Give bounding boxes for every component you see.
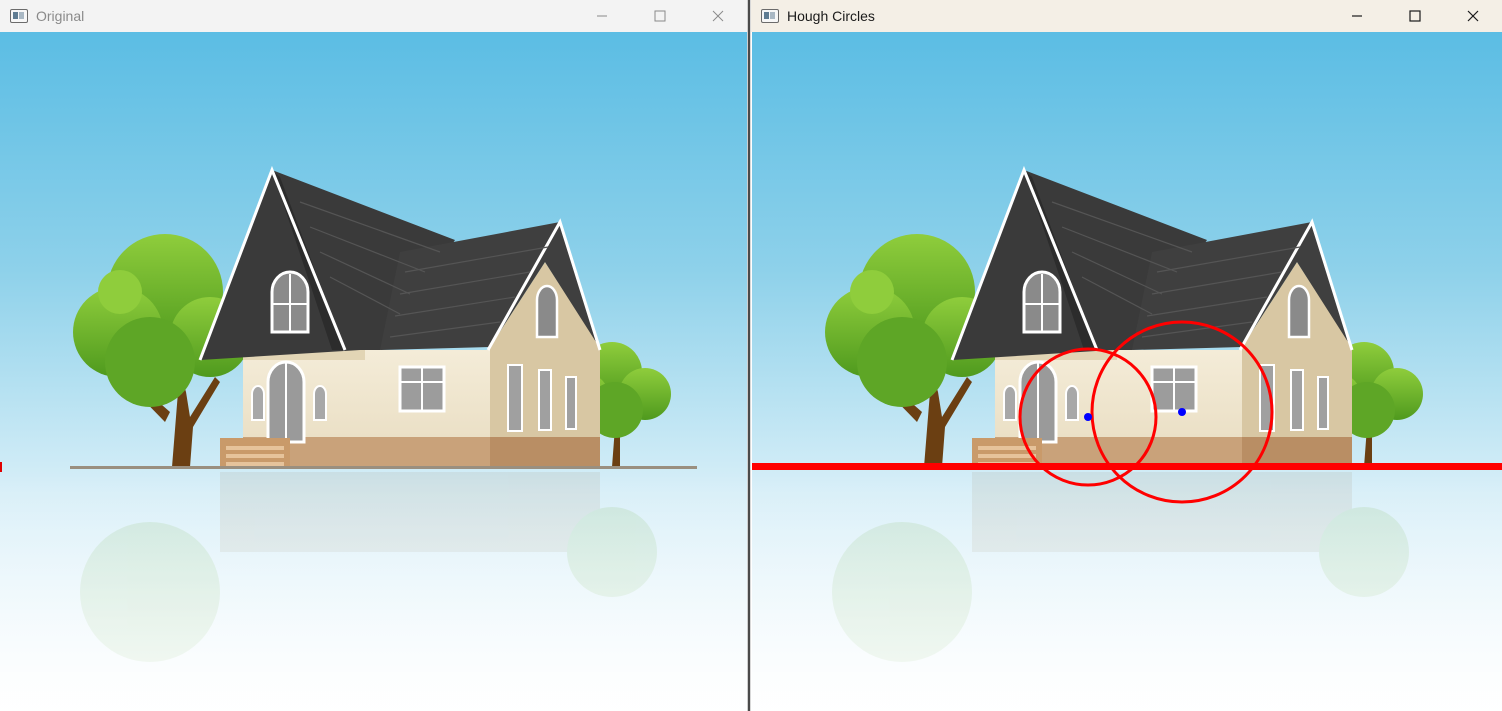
- original-window: Original: [0, 0, 748, 711]
- circle-center: [1084, 413, 1092, 421]
- close-button[interactable]: [1444, 0, 1502, 32]
- circle-center: [1178, 408, 1186, 416]
- hough-circles-window: Hough Circles: [750, 0, 1502, 711]
- window-title: Hough Circles: [787, 8, 875, 24]
- maximize-button[interactable]: [1386, 0, 1444, 32]
- detected-line: [752, 463, 1502, 470]
- line-fragment: [0, 462, 2, 472]
- minimize-icon: [597, 15, 607, 17]
- window-title: Original: [36, 8, 85, 24]
- close-icon: [1467, 10, 1479, 22]
- minimize-button[interactable]: [573, 0, 631, 32]
- house-image: [0, 32, 747, 711]
- app-icon: [761, 9, 779, 23]
- close-icon: [712, 10, 724, 22]
- minimize-icon: [1352, 15, 1362, 17]
- minimize-button[interactable]: [1328, 0, 1386, 32]
- maximize-button[interactable]: [631, 0, 689, 32]
- image-canvas: [0, 32, 747, 711]
- close-button[interactable]: [689, 0, 747, 32]
- window-controls: [573, 0, 747, 32]
- title-bar[interactable]: Hough Circles: [751, 0, 1502, 32]
- maximize-icon: [654, 10, 666, 22]
- image-canvas: [751, 32, 1502, 711]
- house-image-with-detections: [751, 32, 1502, 711]
- app-icon: [10, 9, 28, 23]
- maximize-icon: [1409, 10, 1421, 22]
- window-controls: [1328, 0, 1502, 32]
- title-bar[interactable]: Original: [0, 0, 747, 32]
